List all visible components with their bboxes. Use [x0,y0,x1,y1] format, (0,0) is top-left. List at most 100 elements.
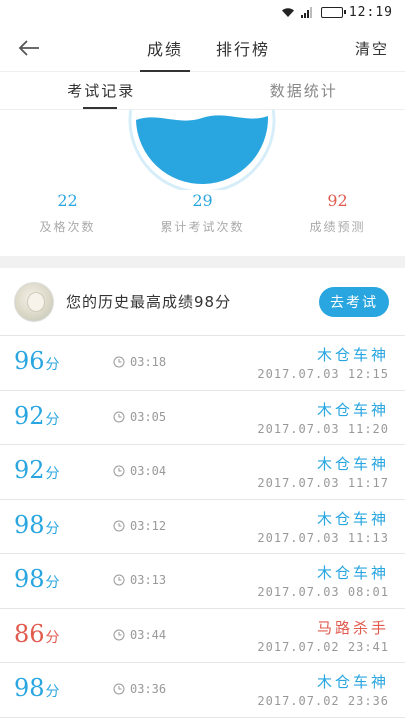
score-value: 96 [14,347,45,375]
duration-value: 03:04 [130,464,167,478]
signal-icon [300,6,315,18]
stat-label: 成绩预测 [309,220,366,234]
score-unit: 分 [45,357,60,373]
back-button[interactable] [14,34,44,62]
take-exam-button[interactable]: 去考试 [319,286,389,317]
stat-label: 及格次数 [39,220,96,234]
tab-leaderboard[interactable]: 排行榜 [208,24,278,72]
stat-label: 累计考试次数 [160,220,245,234]
record-title: 马路杀手 [316,618,389,637]
record-date: 2017.07.03 08:01 [257,585,389,599]
clock-icon [113,574,125,586]
score-value: 92 [14,401,45,430]
clock-icon [113,520,125,531]
score-value: 92 [14,456,45,484]
record-date: 2017.07.02 23:41 [257,639,389,654]
stat-total-exams: 29 累计考试次数 [135,188,270,248]
record-score: 92分 [14,402,60,430]
record-score: 96分 [14,347,60,375]
exam-record-row[interactable]: 96分 03:18 木仓车神 2017.07.03 12:15 [0,336,405,391]
tab-data-statistics[interactable]: 数据统计 [203,72,405,109]
stats-row: 22 及格次数 29 累计考试次数 92 成绩预测 [0,188,405,248]
record-date: 2017.07.03 11:20 [257,421,389,436]
duration-value: 03:18 [130,355,167,369]
record-date: 2017.07.03 11:17 [257,476,389,490]
best-score-text: 您的历史最高成绩98分 [66,293,232,311]
duration-value: 03:12 [130,518,167,533]
clear-button[interactable]: 清空 [355,24,389,72]
record-score: 98分 [14,511,60,539]
score-value: 98 [14,674,45,702]
record-meta: 木仓车神 2017.07.03 11:13 [257,508,389,545]
exam-record-row[interactable]: 98分 03:36 木仓车神 2017.07.02 23:36 [0,663,405,718]
record-meta: 木仓车神 2017.07.03 11:17 [257,453,389,490]
wifi-icon [281,7,294,17]
top-nav: 成绩 排行榜 清空 [0,24,405,72]
stat-value: 92 [327,191,348,210]
clock-icon [113,629,125,640]
avatar[interactable] [14,281,54,322]
duration-value: 03:36 [130,682,167,696]
header-tabs: 成绩 排行榜 [140,24,278,72]
exam-record-row[interactable]: 86分 03:44 马路杀手 2017.07.02 23:41 [0,609,405,663]
record-date: 2017.07.03 11:13 [257,530,389,545]
score-value: 98 [14,565,45,593]
score-unit: 分 [45,684,60,700]
sub-tabs: 考试记录 数据统计 [0,72,405,110]
score-unit: 分 [45,466,60,482]
record-date: 2017.07.02 23:36 [257,694,389,708]
clock-icon [113,465,125,477]
score-unit: 分 [45,629,60,646]
score-gauge [128,110,276,190]
duration-value: 03:05 [130,409,167,424]
record-date: 2017.07.03 12:15 [257,367,389,381]
score-value: 86 [14,619,45,648]
record-meta: 木仓车神 2017.07.02 23:36 [257,671,389,708]
exam-record-row[interactable]: 98分 03:13 木仓车神 2017.07.03 08:01 [0,554,405,609]
record-score: 98分 [14,674,60,702]
clock-icon [113,411,125,422]
record-title: 木仓车神 [316,509,389,528]
record-title: 木仓车神 [316,400,389,419]
duration-value: 03:44 [130,627,167,642]
best-score-row: 您的历史最高成绩98分 去考试 [0,268,405,336]
exam-record-list: 96分 03:18 木仓车神 2017.07.03 12:15 92分 03:0… [0,336,405,718]
record-meta: 木仓车神 2017.07.03 12:15 [257,344,389,381]
clock-icon [113,683,125,695]
exam-record-row[interactable]: 98分 03:12 木仓车神 2017.07.03 11:13 [0,500,405,554]
score-unit: 分 [45,520,60,537]
battery-icon [320,6,346,18]
record-duration: 03:04 [113,464,166,478]
record-title: 木仓车神 [316,564,389,582]
score-unit: 分 [45,411,60,428]
stat-pass-count: 22 及格次数 [0,188,135,248]
record-duration: 03:36 [113,682,166,696]
stat-value: 22 [57,191,78,210]
record-duration: 03:05 [113,410,166,424]
duration-value: 03:13 [130,573,167,587]
stat-value: 29 [192,191,213,210]
tab-scores[interactable]: 成绩 [140,24,190,72]
record-score: 92分 [14,456,60,484]
exam-record-row[interactable]: 92分 03:05 木仓车神 2017.07.03 11:20 [0,391,405,445]
record-meta: 木仓车神 2017.07.03 11:20 [257,399,389,436]
exam-record-row[interactable]: 92分 03:04 木仓车神 2017.07.03 11:17 [0,445,405,500]
record-score: 98分 [14,565,60,593]
status-time: 12:19 [348,4,393,20]
record-title: 木仓车神 [316,673,389,691]
record-score: 86分 [14,620,60,648]
record-meta: 木仓车神 2017.07.03 08:01 [257,562,389,599]
score-unit: 分 [45,575,60,591]
record-meta: 马路杀手 2017.07.02 23:41 [257,617,389,654]
score-value: 98 [14,510,45,539]
record-duration: 03:18 [113,355,166,369]
back-arrow-icon [18,40,39,56]
record-duration: 03:12 [113,519,166,533]
clock-icon [113,356,125,368]
record-title: 木仓车神 [316,455,389,473]
score-gauge-area [0,110,405,190]
record-duration: 03:13 [113,573,166,587]
tab-exam-records[interactable]: 考试记录 [0,72,203,109]
record-duration: 03:44 [113,628,166,642]
status-bar: 12:19 [0,0,405,24]
